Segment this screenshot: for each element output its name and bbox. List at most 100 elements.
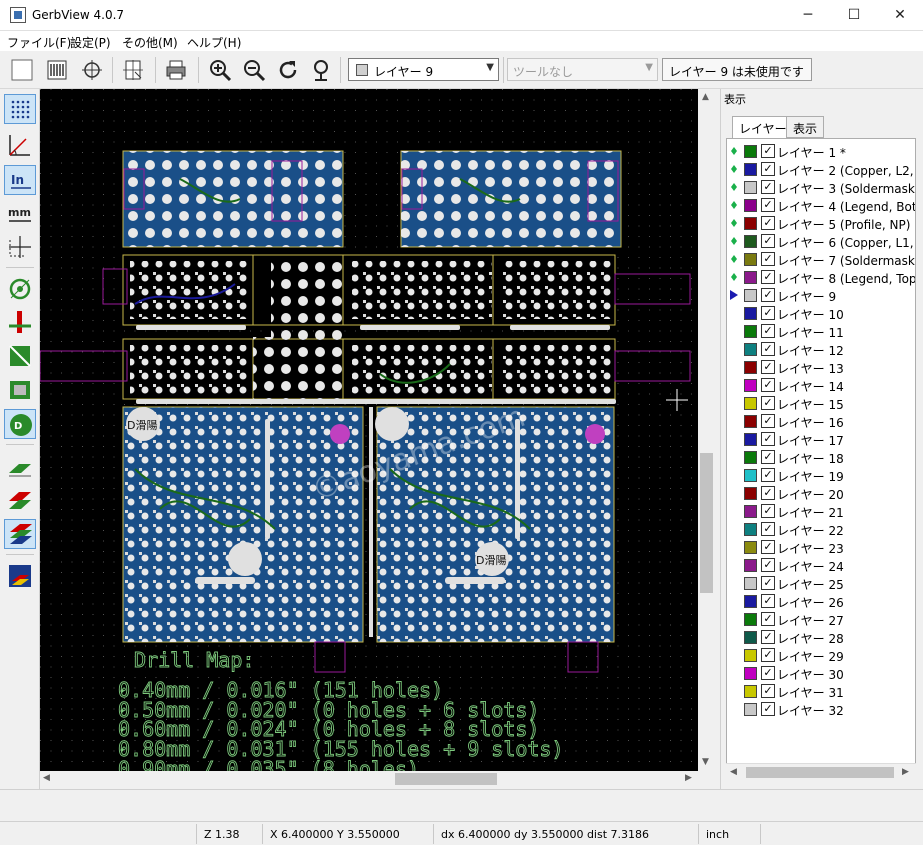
layer-visibility-checkbox[interactable]: ✓	[761, 288, 775, 302]
layer-color-swatch[interactable]	[744, 595, 757, 608]
layer-row[interactable]: ✓ レイヤー 28	[727, 628, 915, 646]
layer-select[interactable]: レイヤー 9 ▼	[348, 58, 499, 81]
layer-visibility-checkbox[interactable]: ✓	[761, 630, 775, 644]
tool-select[interactable]: ツールなし ▼	[507, 58, 658, 81]
layer-visibility-checkbox[interactable]: ✓	[761, 360, 775, 374]
layer-visibility-checkbox[interactable]: ✓	[761, 522, 775, 536]
horizontal-scroll-thumb[interactable]	[395, 773, 497, 785]
layer-row[interactable]: ✓ レイヤー 10	[727, 304, 915, 322]
layer-visibility-checkbox[interactable]: ✓	[761, 180, 775, 194]
layer-color-swatch[interactable]	[744, 289, 757, 302]
grid-toggle-button[interactable]	[4, 94, 36, 124]
layer-color-swatch[interactable]	[744, 199, 757, 212]
layer-visibility-checkbox[interactable]: ✓	[761, 324, 775, 338]
zoom-in-button[interactable]	[207, 57, 233, 83]
layer-visibility-checkbox[interactable]: ✓	[761, 702, 775, 716]
layer-row[interactable]: ✓ レイヤー 14	[727, 376, 915, 394]
layer-list-scrollbar[interactable]: ◀ ▶	[726, 763, 916, 780]
print-button[interactable]	[163, 57, 189, 83]
layer-color-swatch[interactable]	[744, 523, 757, 536]
layer-color-swatch[interactable]	[744, 631, 757, 644]
layer-row[interactable]: ✓レイヤー 2 (Copper, L2, Bot)	[727, 160, 915, 178]
load-drill-button[interactable]	[79, 57, 105, 83]
layer-color-swatch[interactable]	[744, 613, 757, 626]
tab-render[interactable]: 表示	[786, 116, 825, 138]
layer-row[interactable]: ✓ レイヤー 24	[727, 556, 915, 574]
layer-visibility-checkbox[interactable]: ✓	[761, 540, 775, 554]
layer-row[interactable]: ✓ レイヤー 18	[727, 448, 915, 466]
layer-color-swatch[interactable]	[744, 397, 757, 410]
layer-visibility-checkbox[interactable]: ✓	[761, 378, 775, 392]
layer-color-swatch[interactable]	[744, 703, 757, 716]
layer-color-swatch[interactable]	[744, 235, 757, 248]
layer-row[interactable]: ✓ レイヤー 8 (Legend, Top)	[727, 268, 915, 286]
scroll-left-icon[interactable]: ◀	[730, 767, 737, 777]
layers-stacked-button[interactable]	[4, 519, 36, 549]
layer-row[interactable]: ✓ レイヤー 19	[727, 466, 915, 484]
layer-row[interactable]: ✓ レイヤー 23	[727, 538, 915, 556]
gerber-canvas[interactable]: D滑陽 D滑陽 ©aoyama.com Drill Map: 0.40mm / …	[40, 89, 698, 771]
page-settings-button[interactable]	[120, 57, 146, 83]
layer-color-swatch[interactable]	[744, 577, 757, 590]
layer-visibility-checkbox[interactable]: ✓	[761, 684, 775, 698]
layer-color-swatch[interactable]	[744, 505, 757, 518]
layer-visibility-checkbox[interactable]: ✓	[761, 234, 775, 248]
layer-row[interactable]: ✓レイヤー 7 (Soldermask, Top)	[727, 250, 915, 268]
layer-visibility-checkbox[interactable]: ✓	[761, 414, 775, 428]
diff-mode-button[interactable]	[4, 561, 36, 591]
redraw-button[interactable]	[275, 57, 301, 83]
load-gerber-button[interactable]	[44, 57, 70, 83]
layer-color-swatch[interactable]	[744, 451, 757, 464]
units-inch-button[interactable]: In	[4, 165, 36, 195]
layer-row[interactable]: ✓ レイヤー 20	[727, 484, 915, 502]
layer-visibility-checkbox[interactable]: ✓	[761, 432, 775, 446]
layer-color-swatch[interactable]	[744, 487, 757, 500]
scroll-right-icon[interactable]: ▶	[902, 767, 909, 777]
layer-row[interactable]: ✓ レイヤー 17	[727, 430, 915, 448]
lines-sketch-button[interactable]	[4, 307, 36, 337]
units-mm-button[interactable]: mm	[4, 199, 36, 229]
layer-visibility-checkbox[interactable]: ✓	[761, 666, 775, 680]
layer-color-swatch[interactable]	[744, 253, 757, 266]
layer-row[interactable]: ✓ レイヤー 12	[727, 340, 915, 358]
layer-color-swatch[interactable]	[744, 361, 757, 374]
layer-color-swatch[interactable]	[744, 415, 757, 428]
layer-row[interactable]: ✓レイヤー 6 (Copper, L1, Top)	[727, 232, 915, 250]
canvas-vertical-scrollbar[interactable]: ▲ ▼	[698, 89, 715, 771]
zoom-fit-button[interactable]	[308, 57, 334, 83]
layer-visibility-checkbox[interactable]: ✓	[761, 144, 775, 158]
layer-color-swatch[interactable]	[744, 145, 757, 158]
minimize-button[interactable]: ─	[785, 0, 831, 31]
polar-coords-button[interactable]	[4, 130, 36, 160]
layer-row[interactable]: ✓ レイヤー 21	[727, 502, 915, 520]
layers-transparency-button[interactable]	[4, 485, 36, 515]
layer-visibility-checkbox[interactable]: ✓	[761, 450, 775, 464]
menu-settings[interactable]: 設定(P)	[70, 34, 111, 51]
layer-visibility-checkbox[interactable]: ✓	[761, 504, 775, 518]
layer-visibility-checkbox[interactable]: ✓	[761, 594, 775, 608]
zoom-out-button[interactable]	[241, 57, 267, 83]
close-button[interactable]: ✕	[877, 0, 923, 31]
layer-visibility-checkbox[interactable]: ✓	[761, 252, 775, 266]
layer-row[interactable]: ✓ レイヤー 16	[727, 412, 915, 430]
layer-row[interactable]: ✓ レイヤー 13	[727, 358, 915, 376]
layer-row[interactable]: ✓ レイヤー 4 (Legend, Bot)	[727, 196, 915, 214]
layer-color-swatch[interactable]	[744, 667, 757, 680]
layer-row[interactable]: ✓ レイヤー 5 (Profile, NP)	[727, 214, 915, 232]
layer-row[interactable]: ✓ レイヤー 15	[727, 394, 915, 412]
cursor-shape-button[interactable]	[4, 232, 36, 262]
scroll-right-icon[interactable]: ▶	[685, 773, 692, 783]
layer-row[interactable]: ✓ レイヤー 31	[727, 682, 915, 700]
layer-visibility-checkbox[interactable]: ✓	[761, 198, 775, 212]
layer-color-swatch[interactable]	[744, 649, 757, 662]
scroll-left-icon[interactable]: ◀	[43, 773, 50, 783]
canvas-horizontal-scrollbar[interactable]: ◀ ▶	[40, 771, 698, 787]
layer-visibility-checkbox[interactable]: ✓	[761, 558, 775, 572]
layer-color-swatch[interactable]	[744, 559, 757, 572]
scroll-down-icon[interactable]: ▼	[702, 757, 709, 767]
menu-misc[interactable]: その他(M)	[122, 34, 178, 51]
layer-visibility-checkbox[interactable]: ✓	[761, 612, 775, 626]
layer-color-swatch[interactable]	[744, 379, 757, 392]
layer-visibility-checkbox[interactable]: ✓	[761, 396, 775, 410]
layer-row[interactable]: ✓ レイヤー 25	[727, 574, 915, 592]
